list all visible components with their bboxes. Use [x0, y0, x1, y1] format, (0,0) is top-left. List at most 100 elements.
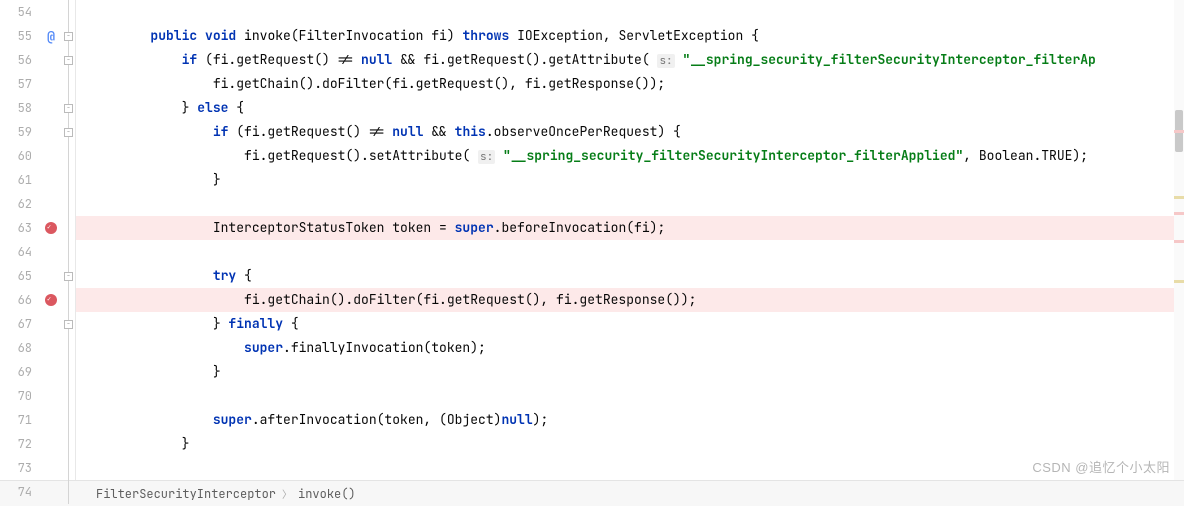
breakpoint-marker[interactable] [40, 216, 62, 240]
fold-toggle-icon[interactable]: − [64, 320, 73, 329]
breakpoint-icon[interactable] [45, 294, 57, 306]
scrollbar-mark[interactable] [1174, 212, 1184, 215]
line-number[interactable]: 67 [0, 312, 32, 336]
line-number[interactable]: 60 [0, 144, 32, 168]
line-number[interactable]: 65 [0, 264, 32, 288]
fold-cell[interactable] [62, 192, 75, 216]
fold-cell[interactable] [62, 72, 75, 96]
fold-cell[interactable] [62, 384, 75, 408]
line-number[interactable]: 72 [0, 432, 32, 456]
line-number[interactable]: 56 [0, 48, 32, 72]
marker-cell-empty[interactable] [40, 96, 62, 120]
line-number[interactable]: 73 [0, 456, 32, 480]
fold-toggle-icon[interactable]: − [64, 128, 73, 137]
fold-cell[interactable]: − [62, 120, 75, 144]
code-line[interactable]: public void invoke(FilterInvocation fi) … [76, 24, 1184, 48]
line-number[interactable]: 54 [0, 0, 32, 24]
marker-cell-empty[interactable] [40, 168, 62, 192]
code-line[interactable]: } [76, 168, 1184, 192]
fold-toggle-icon[interactable]: − [64, 56, 73, 65]
line-number[interactable]: 59 [0, 120, 32, 144]
scrollbar-mark[interactable] [1174, 240, 1184, 243]
fold-cell[interactable] [62, 0, 75, 24]
breakpoint-icon[interactable] [45, 222, 57, 234]
fold-cell[interactable] [62, 168, 75, 192]
fold-cell[interactable] [62, 288, 75, 312]
fold-cell[interactable] [62, 432, 75, 456]
code-line[interactable]: } finally { [76, 312, 1184, 336]
fold-cell[interactable] [62, 144, 75, 168]
code-content[interactable]: public void invoke(FilterInvocation fi) … [76, 0, 1184, 480]
fold-cell[interactable] [62, 480, 75, 504]
fold-toggle-icon[interactable]: − [64, 32, 73, 41]
code-line[interactable]: InterceptorStatusToken token = super.bef… [76, 216, 1184, 240]
fold-cell[interactable]: − [62, 96, 75, 120]
fold-gutter[interactable]: − − − − − − [62, 0, 76, 480]
code-line[interactable] [76, 240, 1184, 264]
fold-toggle-icon[interactable]: − [64, 272, 73, 281]
fold-toggle-icon[interactable]: − [64, 104, 73, 113]
code-editor[interactable]: 5455565758596061626364656667686970717273… [0, 0, 1184, 480]
marker-cell-empty[interactable] [40, 240, 62, 264]
fold-cell[interactable] [62, 240, 75, 264]
code-line[interactable] [76, 384, 1184, 408]
line-number[interactable]: 70 [0, 384, 32, 408]
code-line[interactable] [76, 456, 1184, 480]
code-line[interactable] [76, 192, 1184, 216]
marker-cell-empty[interactable] [40, 264, 62, 288]
marker-cell-empty[interactable] [40, 432, 62, 456]
line-number[interactable]: 57 [0, 72, 32, 96]
code-line[interactable]: super.afterInvocation(token, (Object)nul… [76, 408, 1184, 432]
line-number[interactable]: 61 [0, 168, 32, 192]
line-number[interactable]: 66 [0, 288, 32, 312]
code-line[interactable]: fi.getChain().doFilter(fi.getRequest(), … [76, 72, 1184, 96]
line-number[interactable]: 55 [0, 24, 32, 48]
code-line[interactable]: try { [76, 264, 1184, 288]
override-marker[interactable]: @ [40, 24, 62, 48]
marker-cell-empty[interactable] [40, 360, 62, 384]
breakpoint-marker[interactable] [40, 288, 62, 312]
marker-cell-empty[interactable] [40, 120, 62, 144]
fold-cell[interactable] [62, 336, 75, 360]
code-line[interactable]: if (fi.getRequest() != null && this.obse… [76, 120, 1184, 144]
fold-cell[interactable] [62, 360, 75, 384]
fold-cell[interactable] [62, 408, 75, 432]
marker-cell-empty[interactable] [40, 480, 62, 504]
code-line[interactable]: if (fi.getRequest() != null && fi.getReq… [76, 48, 1184, 72]
code-line[interactable]: } [76, 360, 1184, 384]
marker-gutter[interactable]: @ [40, 0, 62, 480]
line-number[interactable]: 71 [0, 408, 32, 432]
marker-cell-empty[interactable] [40, 0, 62, 24]
code-line[interactable]: } else { [76, 96, 1184, 120]
marker-cell-empty[interactable] [40, 72, 62, 96]
marker-cell-empty[interactable] [40, 48, 62, 72]
line-number[interactable]: 63 [0, 216, 32, 240]
line-number[interactable]: 58 [0, 96, 32, 120]
breadcrumb-class[interactable]: FilterSecurityInterceptor [96, 486, 276, 502]
marker-cell-empty[interactable] [40, 312, 62, 336]
line-number[interactable]: 62 [0, 192, 32, 216]
marker-cell-empty[interactable] [40, 408, 62, 432]
fold-cell[interactable]: − [62, 48, 75, 72]
code-line[interactable]: super.finallyInvocation(token); [76, 336, 1184, 360]
fold-cell[interactable]: − [62, 24, 75, 48]
line-number[interactable]: 74 [0, 480, 32, 504]
fold-cell[interactable] [62, 216, 75, 240]
fold-cell[interactable]: − [62, 264, 75, 288]
override-icon[interactable]: @ [47, 28, 55, 45]
marker-cell-empty[interactable] [40, 456, 62, 480]
line-number[interactable]: 68 [0, 336, 32, 360]
marker-cell-empty[interactable] [40, 336, 62, 360]
scrollbar-mark[interactable] [1174, 196, 1184, 199]
line-number[interactable]: 64 [0, 240, 32, 264]
scrollbar-mark[interactable] [1174, 280, 1184, 283]
marker-cell-empty[interactable] [40, 384, 62, 408]
code-line[interactable] [76, 0, 1184, 24]
vertical-scrollbar[interactable] [1174, 0, 1184, 480]
fold-cell[interactable]: − [62, 312, 75, 336]
marker-cell-empty[interactable] [40, 192, 62, 216]
line-number[interactable]: 69 [0, 360, 32, 384]
fold-cell[interactable] [62, 456, 75, 480]
line-number-gutter[interactable]: 5455565758596061626364656667686970717273… [0, 0, 40, 480]
code-line[interactable]: fi.getChain().doFilter(fi.getRequest(), … [76, 288, 1184, 312]
